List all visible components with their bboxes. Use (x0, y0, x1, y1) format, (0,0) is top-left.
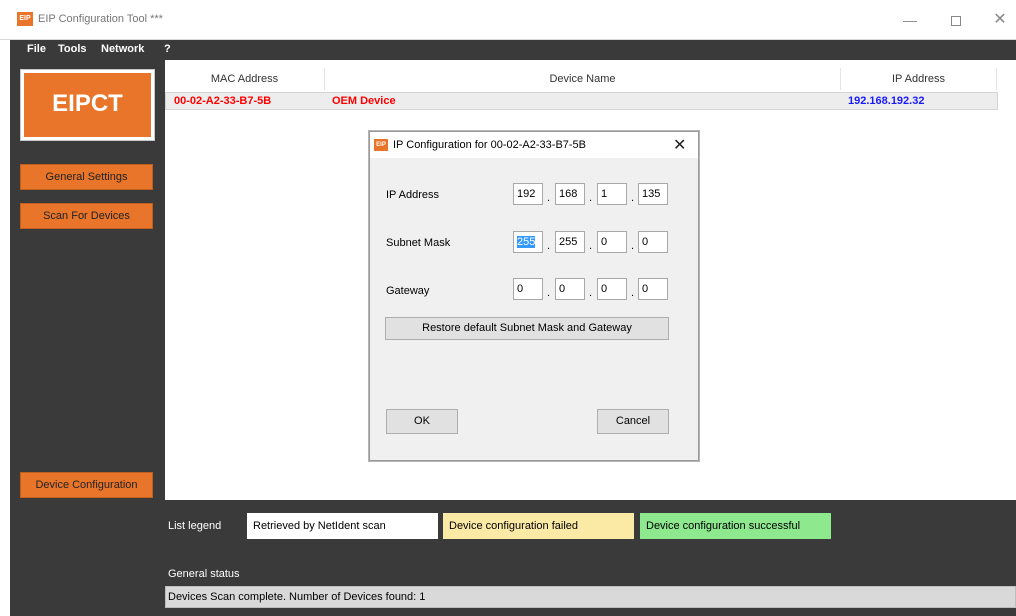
device-configuration-button[interactable]: Device Configuration (20, 472, 153, 498)
menu-help[interactable]: ? (164, 43, 171, 55)
gateway-octet-2[interactable]: 0 (555, 278, 585, 300)
ip-octet-3[interactable]: 1 (597, 183, 627, 205)
device-row[interactable]: 00-02-A2-33-B7-5B OEM Device 192.168.192… (165, 92, 998, 110)
menu-tools[interactable]: Tools (58, 43, 87, 55)
general-status-label: General status (168, 568, 240, 580)
octet-separator: . (589, 192, 593, 204)
subnet-octet-1-selected-text: 255 (517, 236, 536, 248)
dialog-app-icon: EIP (374, 139, 388, 151)
octet-separator: . (547, 240, 551, 252)
maximize-button[interactable] (941, 8, 971, 32)
general-settings-button[interactable]: General Settings (20, 164, 153, 190)
octet-separator: . (589, 240, 593, 252)
device-ip: 192.168.192.32 (848, 95, 925, 107)
window-title: EIP Configuration Tool *** (38, 13, 163, 25)
menu-file[interactable]: File (27, 43, 46, 55)
eipct-logo: EIPCT (20, 69, 155, 141)
subnet-octet-1[interactable]: 255 (513, 231, 543, 253)
minimize-button[interactable]: — (895, 8, 925, 32)
octet-separator: . (631, 287, 635, 299)
scan-for-devices-button[interactable]: Scan For Devices (20, 203, 153, 229)
status-bar: Devices Scan complete. Number of Devices… (165, 586, 1016, 608)
octet-separator: . (631, 192, 635, 204)
close-window-button[interactable]: ✕ (985, 8, 1015, 32)
dialog-title-bar: EIP IP Configuration for 00-02-A2-33-B7-… (370, 132, 698, 158)
subnet-mask-label: Subnet Mask (386, 237, 451, 249)
window-title-bar: EIP EIP Configuration Tool *** — ✕ (0, 0, 1016, 40)
gateway-octet-3[interactable]: 0 (597, 278, 627, 300)
octet-separator: . (547, 192, 551, 204)
dialog-title: IP Configuration for 00-02-A2-33-B7-5B (393, 139, 587, 151)
app-icon: EIP (17, 12, 33, 26)
column-header-ip[interactable]: IP Address (841, 68, 997, 90)
legend-failed: Device configuration failed (443, 513, 634, 539)
list-legend-label: List legend (168, 520, 222, 532)
subnet-octet-4[interactable]: 0 (638, 231, 668, 253)
octet-separator: . (589, 287, 593, 299)
gateway-label: Gateway (386, 285, 430, 297)
menu-bar: File Tools Network ? (10, 40, 1016, 60)
maximize-icon (951, 16, 961, 27)
gateway-octet-4[interactable]: 0 (638, 278, 668, 300)
ip-octet-1[interactable]: 192 (513, 183, 543, 205)
legend-successful: Device configuration successful (640, 513, 831, 539)
subnet-octet-3[interactable]: 0 (597, 231, 627, 253)
device-name: OEM Device (332, 95, 396, 107)
subnet-octet-2[interactable]: 255 (555, 231, 585, 253)
column-header-device-name[interactable]: Device Name (325, 68, 841, 90)
ip-config-dialog: EIP IP Configuration for 00-02-A2-33-B7-… (369, 131, 699, 461)
octet-separator: . (631, 240, 635, 252)
sidebar: EIPCT General Settings Scan For Devices … (10, 60, 165, 500)
octet-separator: . (547, 287, 551, 299)
device-mac: 00-02-A2-33-B7-5B (174, 95, 272, 107)
menu-network[interactable]: Network (101, 43, 144, 55)
ip-address-label: IP Address (386, 189, 439, 201)
ip-octet-4[interactable]: 135 (638, 183, 668, 205)
restore-defaults-button[interactable]: Restore default Subnet Mask and Gateway (385, 317, 669, 340)
dialog-close-button[interactable]: ✕ (673, 135, 686, 155)
legend-retrieved: Retrieved by NetIdent scan (247, 513, 438, 539)
gateway-octet-1[interactable]: 0 (513, 278, 543, 300)
ok-button[interactable]: OK (386, 409, 458, 434)
cancel-button[interactable]: Cancel (597, 409, 669, 434)
ip-octet-2[interactable]: 168 (555, 183, 585, 205)
column-header-mac[interactable]: MAC Address (165, 68, 325, 90)
